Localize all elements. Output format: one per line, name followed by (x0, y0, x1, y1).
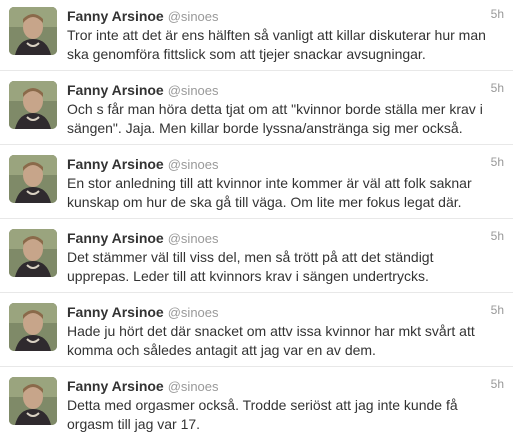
author-name[interactable]: Fanny Arsinoe (67, 378, 164, 394)
tweet-timestamp[interactable]: 5h (491, 7, 504, 21)
avatar-image (9, 81, 57, 129)
tweet-text-line: Detta med orgasmer också. Trodde seriöst… (67, 397, 458, 413)
tweet-text: Detta med orgasmer också. Trodde seriöst… (67, 396, 503, 434)
tweet-text: En stor anledning till att kvinnor inte … (67, 174, 503, 212)
author-handle[interactable]: @sinoes (168, 83, 219, 98)
author-name[interactable]: Fanny Arsinoe (67, 230, 164, 246)
author-name[interactable]: Fanny Arsinoe (67, 304, 164, 320)
avatar[interactable] (9, 81, 57, 129)
tweet-text-line: ska genomföra fittslick som att tjejer s… (67, 46, 426, 62)
author-name[interactable]: Fanny Arsinoe (67, 8, 164, 24)
tweet-header: Fanny Arsinoe @sinoes (67, 229, 503, 248)
avatar-image (9, 7, 57, 55)
tweet-text-line: upprepas. Leder till att kvinnors krav i… (67, 268, 429, 284)
avatar[interactable] (9, 7, 57, 55)
tweet-timestamp[interactable]: 5h (491, 377, 504, 391)
author-handle[interactable]: @sinoes (168, 305, 219, 320)
tweet-text-line: Tror inte att det är ens hälften så vanl… (67, 27, 486, 43)
tweet-text-line: En stor anledning till att kvinnor inte … (67, 175, 472, 191)
tweet-item[interactable]: Fanny Arsinoe @sinoes 5h Detta med orgasm… (0, 367, 513, 441)
avatar[interactable] (9, 229, 57, 277)
author-name[interactable]: Fanny Arsinoe (67, 82, 164, 98)
tweet-header: Fanny Arsinoe @sinoes (67, 303, 503, 322)
avatar[interactable] (9, 377, 57, 425)
tweet-text: Hade ju hört det där snacket om attv iss… (67, 322, 503, 360)
tweet-text-line: komma och således antagit att jag var en… (67, 342, 376, 358)
author-name[interactable]: Fanny Arsinoe (67, 156, 164, 172)
avatar-image (9, 229, 57, 277)
tweet-header: Fanny Arsinoe @sinoes (67, 155, 503, 174)
tweet-text: Tror inte att det är ens hälften så vanl… (67, 26, 503, 64)
tweet-text-line: Och s får man höra detta tjat om att "kv… (67, 101, 483, 117)
author-handle[interactable]: @sinoes (168, 157, 219, 172)
tweet-item[interactable]: Fanny Arsinoe @sinoes 5h Tror inte att de… (0, 0, 513, 71)
tweet-header: Fanny Arsinoe @sinoes (67, 7, 503, 26)
tweet-timestamp[interactable]: 5h (491, 155, 504, 169)
tweet-text-line: Hade ju hört det där snacket om attv iss… (67, 323, 475, 339)
tweet-text-line: kunskap om hur de ska gå till väga. Om l… (67, 194, 462, 210)
avatar-image (9, 303, 57, 351)
author-handle[interactable]: @sinoes (168, 379, 219, 394)
tweet-text-line: orgasm till jag var 17. (67, 416, 201, 432)
tweet-timestamp[interactable]: 5h (491, 303, 504, 317)
author-handle[interactable]: @sinoes (168, 9, 219, 24)
tweet-text-line: Det stämmer väl till viss del, men så tr… (67, 249, 434, 265)
avatar-image (9, 377, 57, 425)
avatar[interactable] (9, 155, 57, 203)
tweet-item[interactable]: Fanny Arsinoe @sinoes 5h Hade ju hört det… (0, 293, 513, 367)
tweet-item[interactable]: Fanny Arsinoe @sinoes 5h En stor anlednin… (0, 145, 513, 219)
tweet-text: Och s får man höra detta tjat om att "kv… (67, 100, 503, 138)
avatar-image (9, 155, 57, 203)
tweet-timestamp[interactable]: 5h (491, 81, 504, 95)
tweet-text-line: sängen". Jaja. Men killar borde lyssna/a… (67, 120, 463, 136)
tweet-timestamp[interactable]: 5h (491, 229, 504, 243)
tweet-item[interactable]: Fanny Arsinoe @sinoes 5h Det stämmer väl … (0, 219, 513, 293)
avatar[interactable] (9, 303, 57, 351)
tweet-text: Det stämmer väl till viss del, men så tr… (67, 248, 503, 286)
tweet-item[interactable]: Fanny Arsinoe @sinoes 5h Och s får man hö… (0, 71, 513, 145)
author-handle[interactable]: @sinoes (168, 231, 219, 246)
tweet-timeline: Fanny Arsinoe @sinoes 5h Tror inte att de… (0, 0, 513, 441)
tweet-header: Fanny Arsinoe @sinoes (67, 81, 503, 100)
tweet-header: Fanny Arsinoe @sinoes (67, 377, 503, 396)
